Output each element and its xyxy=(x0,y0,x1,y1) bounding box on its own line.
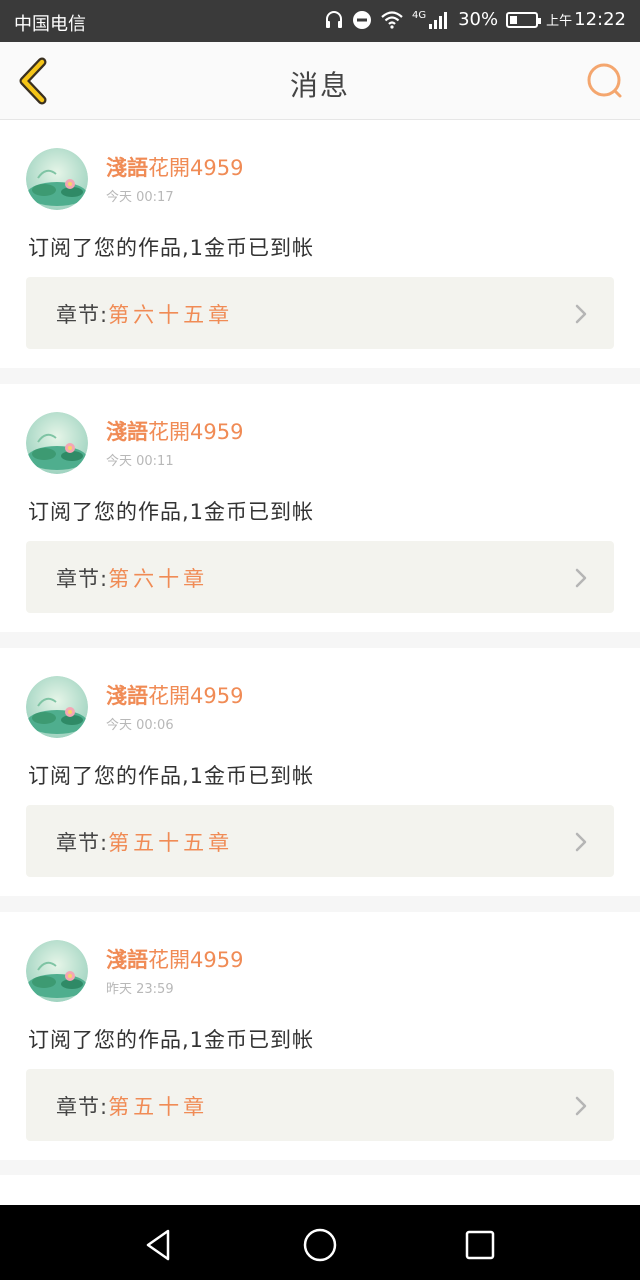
user-name-bold: 淺語 xyxy=(106,156,148,180)
message-text: 订阅了您的作品,1金币已到帐 xyxy=(28,500,315,524)
chapter-title: 第六十五章 xyxy=(108,303,234,327)
chapter-label: 章节: xyxy=(56,303,109,327)
chapter-line: 章节:第五十五章 xyxy=(56,827,233,857)
do-not-disturb-icon xyxy=(352,10,371,29)
user-name-bold: 淺語 xyxy=(106,420,148,444)
headphones-icon xyxy=(325,10,342,28)
message-time: 今天 00:11 xyxy=(106,454,174,469)
user-name-rest: 花開4959 xyxy=(148,420,244,444)
network-type: 4G xyxy=(411,10,427,21)
signal-icon xyxy=(429,11,448,29)
page-title: 消息 xyxy=(289,69,350,102)
message-card: 淺語花開4959 今天 00:06 订阅了您的作品,1金币已到帐章节:第五十五章 xyxy=(0,648,640,896)
chapter-link[interactable]: 章节:第五十章 xyxy=(26,1069,614,1141)
chapter-link[interactable]: 章节:第六十五章 xyxy=(26,277,614,349)
carrier-name: 中国电信 xyxy=(14,14,86,35)
user-name[interactable]: 淺語花開4959 xyxy=(106,944,243,974)
search-icon[interactable] xyxy=(584,60,626,102)
chapter-title: 第六十章 xyxy=(108,567,209,591)
chapter-label: 章节: xyxy=(56,567,109,591)
message-text: 订阅了您的作品,1金币已到帐 xyxy=(28,764,315,788)
system-nav-bar xyxy=(0,1205,640,1280)
message-card: 淺語花開4959 昨天 23:59 订阅了您的作品,1金币已到帐章节:第五十章 xyxy=(0,912,640,1160)
status-bar: 中国电信 4G 30% 上午 12:22 xyxy=(0,0,640,42)
chapter-link[interactable]: 章节:第五十五章 xyxy=(26,805,614,877)
next-card-partial xyxy=(0,1175,640,1205)
app-header: 消息 xyxy=(0,42,640,120)
battery-icon xyxy=(506,11,542,28)
back-triangle-icon[interactable] xyxy=(140,1225,180,1265)
wifi-icon xyxy=(381,10,403,29)
chapter-label: 章节: xyxy=(56,831,109,855)
message-text: 订阅了您的作品,1金币已到帐 xyxy=(28,1028,315,1052)
chapter-link[interactable]: 章节:第六十章 xyxy=(26,541,614,613)
status-icons: 4G 30% 上午 12:22 xyxy=(324,9,626,30)
message-text: 订阅了您的作品,1金币已到帐 xyxy=(28,236,315,260)
user-name-bold: 淺語 xyxy=(106,948,148,972)
chapter-title: 第五十五章 xyxy=(108,831,234,855)
battery-level xyxy=(510,15,518,24)
user-name-bold: 淺語 xyxy=(106,684,148,708)
user-avatar[interactable] xyxy=(26,412,88,474)
user-avatar[interactable] xyxy=(26,940,88,1002)
user-name[interactable]: 淺語花開4959 xyxy=(106,680,243,710)
chevron-right-icon xyxy=(575,1096,587,1116)
chapter-title: 第五十章 xyxy=(108,1095,209,1119)
chapter-line: 章节:第六十章 xyxy=(56,563,208,593)
clock-time: 12:22 xyxy=(574,9,626,30)
user-name-rest: 花開4959 xyxy=(148,684,244,708)
battery-percent: 30% xyxy=(458,9,499,30)
message-card: 淺語花開4959 今天 00:11 订阅了您的作品,1金币已到帐章节:第六十章 xyxy=(0,384,640,632)
chevron-right-icon xyxy=(575,304,587,324)
user-avatar[interactable] xyxy=(26,148,88,210)
message-time: 今天 00:17 xyxy=(106,190,174,205)
user-name-rest: 花開4959 xyxy=(148,948,244,972)
clock-prefix: 上午 xyxy=(546,14,573,29)
message-card: 淺語花開4959 今天 00:17 订阅了您的作品,1金币已到帐章节:第六十五章 xyxy=(0,120,640,368)
user-avatar[interactable] xyxy=(26,676,88,738)
user-name-rest: 花開4959 xyxy=(148,156,244,180)
message-time: 今天 00:06 xyxy=(106,718,174,733)
message-time: 昨天 23:59 xyxy=(106,982,174,997)
chapter-line: 章节:第六十五章 xyxy=(56,299,233,329)
clock: 上午 12:22 xyxy=(546,9,626,30)
chapter-label: 章节: xyxy=(56,1095,109,1119)
user-name[interactable]: 淺語花開4959 xyxy=(106,152,243,182)
chevron-right-icon xyxy=(575,832,587,852)
recents-square-icon[interactable] xyxy=(460,1225,500,1265)
chevron-right-icon xyxy=(575,568,587,588)
chapter-line: 章节:第五十章 xyxy=(56,1091,208,1121)
home-circle-icon[interactable] xyxy=(300,1225,340,1265)
user-name[interactable]: 淺語花開4959 xyxy=(106,416,243,446)
